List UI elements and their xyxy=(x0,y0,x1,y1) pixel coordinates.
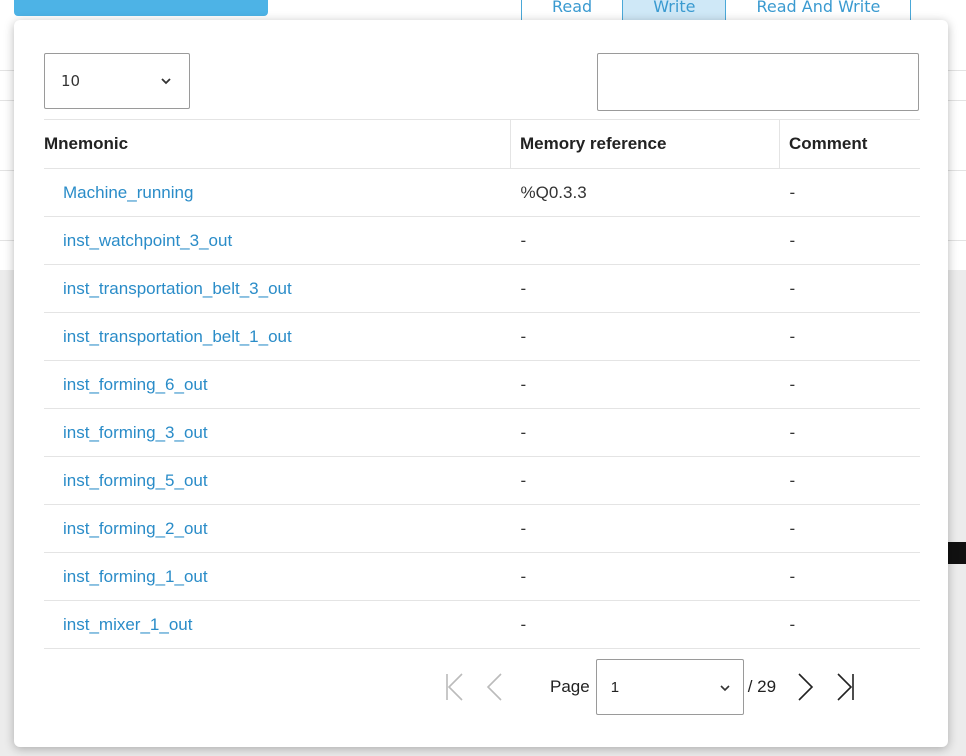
memory-reference-cell: - xyxy=(510,216,780,265)
current-page-value: 1 xyxy=(610,678,620,696)
page-size-select[interactable]: 10 xyxy=(44,53,190,109)
comment-cell: - xyxy=(779,600,920,649)
memory-reference-cell: - xyxy=(510,552,780,601)
memory-reference-cell: - xyxy=(510,408,780,457)
last-page-button[interactable] xyxy=(826,667,866,707)
background-mode-tabs: Read Write Read And Write xyxy=(521,0,912,21)
comment-cell: - xyxy=(779,264,920,313)
table-row[interactable]: inst_forming_2_out - - xyxy=(44,504,920,553)
first-page-icon xyxy=(446,673,463,701)
next-page-button[interactable] xyxy=(786,667,826,707)
page-label: Page xyxy=(550,677,590,696)
comment-cell: - xyxy=(779,216,920,265)
mnemonic-link[interactable]: Machine_running xyxy=(63,183,193,202)
mnemonic-link[interactable]: inst_watchpoint_3_out xyxy=(63,231,232,250)
pagination: Page 1 / 29 xyxy=(434,659,866,715)
chevron-down-icon xyxy=(720,685,730,692)
comment-cell: - xyxy=(779,552,920,601)
table-row[interactable]: inst_forming_6_out - - xyxy=(44,360,920,409)
mnemonic-link[interactable]: inst_forming_2_out xyxy=(63,519,208,538)
table-row[interactable]: inst_transportation_belt_1_out - - xyxy=(44,312,920,361)
table-row[interactable]: inst_mixer_1_out - - xyxy=(44,600,920,649)
background-header-bar xyxy=(14,0,268,16)
memory-reference-cell: - xyxy=(510,312,780,361)
column-header-comment[interactable]: Comment xyxy=(779,119,920,169)
mnemonic-link[interactable]: inst_forming_3_out xyxy=(63,423,208,442)
page-number-select[interactable]: 1 xyxy=(595,659,744,715)
comment-cell: - xyxy=(779,504,920,553)
memory-reference-cell: - xyxy=(510,264,780,313)
column-header-memory-reference[interactable]: Memory reference xyxy=(510,119,780,169)
table-row[interactable]: inst_forming_5_out - - xyxy=(44,456,920,505)
chevron-left-icon xyxy=(486,673,502,701)
background-dark-element xyxy=(946,542,966,564)
table-row[interactable]: Machine_running %Q0.3.3 - xyxy=(44,168,920,217)
memory-reference-cell: %Q0.3.3 xyxy=(510,168,780,217)
mnemonic-table: Mnemonic Memory reference Comment Machin… xyxy=(44,119,920,649)
table-row[interactable]: inst_forming_3_out - - xyxy=(44,408,920,457)
column-header-mnemonic[interactable]: Mnemonic xyxy=(44,119,511,169)
mnemonic-link[interactable]: inst_transportation_belt_1_out xyxy=(63,327,292,346)
last-page-icon xyxy=(837,673,854,701)
memory-reference-cell: - xyxy=(510,504,780,553)
memory-reference-cell: - xyxy=(510,360,780,409)
comment-cell: - xyxy=(779,408,920,457)
memory-reference-cell: - xyxy=(510,600,780,649)
tab-read-and-write[interactable]: Read And Write xyxy=(726,0,912,21)
mnemonic-link[interactable]: inst_forming_5_out xyxy=(63,471,208,490)
page-total: / 29 xyxy=(747,677,777,696)
table-row[interactable]: inst_watchpoint_3_out - - xyxy=(44,216,920,265)
mnemonic-link[interactable]: inst_transportation_belt_3_out xyxy=(63,279,292,298)
search-input[interactable] xyxy=(597,53,919,111)
first-page-button[interactable] xyxy=(434,667,474,707)
comment-cell: - xyxy=(779,312,920,361)
table-header-row: Mnemonic Memory reference Comment xyxy=(44,119,920,169)
chevron-right-icon xyxy=(798,673,814,701)
comment-cell: - xyxy=(779,360,920,409)
table-row[interactable]: inst_forming_1_out - - xyxy=(44,552,920,601)
page-size-value: 10 xyxy=(61,72,81,90)
memory-reference-cell: - xyxy=(510,456,780,505)
tab-read[interactable]: Read xyxy=(521,0,624,21)
mnemonic-link[interactable]: inst_mixer_1_out xyxy=(63,615,192,634)
previous-page-button[interactable] xyxy=(474,667,514,707)
mnemonic-link[interactable]: inst_forming_1_out xyxy=(63,567,208,586)
comment-cell: - xyxy=(779,168,920,217)
mnemonic-link[interactable]: inst_forming_6_out xyxy=(63,375,208,394)
chevron-down-icon xyxy=(161,78,171,85)
table-row[interactable]: inst_transportation_belt_3_out - - xyxy=(44,264,920,313)
mnemonic-picker-modal: 10 Mnemonic Memory reference Comment Mac… xyxy=(14,20,948,747)
comment-cell: - xyxy=(779,456,920,505)
tab-write[interactable]: Write xyxy=(623,0,727,21)
